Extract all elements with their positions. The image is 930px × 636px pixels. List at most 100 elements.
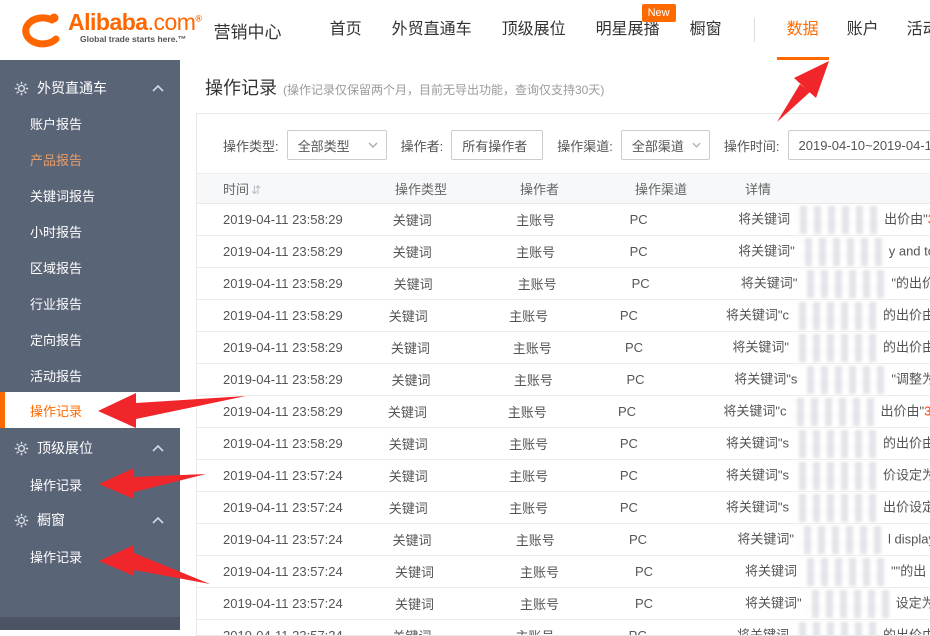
cell-time: 2019-04-11 23:58:29 [197,372,391,387]
table-row: 2019-04-11 23:58:29 关键词 主账号 PC 将关键词"c的出价… [197,300,930,332]
nav-item-showcase[interactable]: 橱窗 [690,0,722,60]
cell-time: 2019-04-11 23:58:29 [197,340,391,355]
cell-channel: PC [635,564,745,579]
cell-channel: PC [629,628,737,636]
redacted-blur [790,398,878,426]
sidebar-item-product-report[interactable]: 产品报告 [0,141,180,177]
table-row: 2019-04-11 23:57:24 关键词 主账号 PC 将关键词"s价设定… [197,460,930,492]
cell-channel: PC [625,340,732,355]
cell-detail: 将关键词"l display [737,526,930,554]
cell-time: 2019-04-11 23:57:24 [197,628,392,636]
cell-operator: 主账号 [516,242,629,261]
sidebar-section-top-booth[interactable]: 顶级展位 [0,430,180,466]
cell-type: 关键词 [393,210,516,229]
table-row: 2019-04-11 23:58:29 关键词 主账号 PC 将关键词"s"调整… [197,364,930,396]
th-type: 操作类型 [395,179,520,198]
nav-item-home[interactable]: 首页 [330,0,362,60]
redacted-blur [792,302,880,330]
cell-time: 2019-04-11 23:58:29 [197,436,389,451]
sidebar-item-operation-log-showcase[interactable]: 操作记录 [0,538,180,574]
cell-type: 关键词 [391,370,513,389]
nav-item-account[interactable]: 账户 [847,0,879,60]
cell-channel: PC [620,468,726,483]
sidebar-item-region-report[interactable]: 区域报告 [0,249,180,285]
redacted-blur [797,526,885,554]
table-body: 2019-04-11 23:58:29 关键词 主账号 PC 将关键词出价由"3… [197,204,930,636]
table-row: 2019-04-11 23:57:24 关键词 主账号 PC 将关键词"l di… [197,524,930,556]
sidebar-item-targeting-report[interactable]: 定向报告 [0,321,180,357]
cell-channel: PC [620,308,726,323]
filter-operator-select[interactable]: 所有操作者 [451,130,543,160]
filter-type-select[interactable]: 全部类型 [287,130,387,160]
sidebar: 外贸直通车 账户报告 产品报告 关键词报告 小时报告 区域报告 行业报告 定向报… [0,60,180,630]
cell-detail: 将关键词出价由"3 [738,206,930,234]
table-row: 2019-04-11 23:57:24 关键词 主账号 PC 将关键词"s出价设… [197,492,930,524]
alibaba-logo[interactable]: Alibaba.com® Global trade starts here.™ [16,11,202,49]
sort-icon: ⇵ [251,183,261,197]
filter-bar: 操作类型: 全部类型 操作者: 所有操作者 操作渠道: 全部渠道 操作时间: 2… [197,130,930,160]
nav-item-marketing-center[interactable]: 营销中心 [214,18,282,43]
nav-item-top-booth[interactable]: 顶级展位 [502,0,566,60]
sidebar-item-industry-report[interactable]: 行业报告 [0,285,180,321]
cell-operator: 主账号 [513,338,625,357]
sidebar-item-operation-log-p4p[interactable]: 操作记录 [0,392,180,428]
nav-item-p4p[interactable]: 外贸直通车 [392,0,472,60]
sidebar-section-showcase[interactable]: 橱窗 [0,502,180,538]
alibaba-logo-text: Alibaba.com® Global trade starts here.™ [68,11,202,44]
sidebar-item-keyword-report[interactable]: 关键词报告 [0,177,180,213]
redacted-blur [800,558,888,586]
cell-detail: 将关键词"s的出价由 [726,430,930,458]
sidebar-item-operation-log-top-booth[interactable]: 操作记录 [0,466,180,502]
cell-detail: 将关键词"s出价设定 [726,494,930,522]
cell-operator: 主账号 [520,594,635,613]
cell-operator: 主账号 [518,274,632,293]
cell-type: 关键词 [389,498,509,517]
cell-detail: 将关键词""的出 [745,558,930,586]
cell-type: 关键词 [388,402,508,421]
nav-item-data[interactable]: 数据 [787,0,819,60]
filter-channel-select[interactable]: 全部渠道 [621,130,710,160]
cell-time: 2019-04-11 23:57:24 [197,596,395,611]
table-row: 2019-04-11 23:58:29 关键词 主账号 PC 将关键词"s的出价… [197,428,930,460]
cell-channel: PC [627,372,735,387]
cell-operator: 主账号 [514,370,627,389]
chevron-up-icon [152,445,164,452]
sidebar-section-p4p[interactable]: 外贸直通车 [0,70,180,106]
nav-item-star-show[interactable]: 明星展播New [596,0,660,60]
cell-time: 2019-04-11 23:57:24 [197,468,389,483]
sidebar-item-activity-report[interactable]: 活动报告 [0,357,180,393]
th-time[interactable]: 时间⇵ [197,179,395,198]
cell-type: 关键词 [393,242,516,261]
cell-operator: 主账号 [520,562,635,581]
date-range-input[interactable]: 2019-04-10~2019-04-16 [788,130,930,160]
table-row: 2019-04-11 23:57:24 关键词 主账号 PC 将关键词"设定为 [197,588,930,620]
nav-item-activity[interactable]: 活动 [907,0,930,60]
sidebar-item-account-report[interactable]: 账户报告 [0,105,180,141]
gear-icon [14,513,29,528]
cell-time: 2019-04-11 23:57:24 [197,500,389,515]
redacted-blur [805,590,893,618]
cell-type: 关键词 [391,338,513,357]
cell-detail: 将关键词"c的出价由 [726,302,930,330]
th-detail: 详情 [745,179,930,198]
table-row: 2019-04-11 23:57:24 关键词 主账号 PC 将关键词的出价由 [197,620,930,636]
cell-detail: 将关键词"的出价由 [732,334,930,362]
cell-channel: PC [632,276,741,291]
operation-table: 时间⇵ 操作类型 操作者 操作渠道 详情 2019-04-11 23:58:29… [197,173,930,636]
cell-type: 关键词 [395,594,520,613]
cell-channel: PC [620,500,726,515]
table-row: 2019-04-11 23:58:29 关键词 主账号 PC 将关键词""的出价 [197,268,930,300]
cell-type: 关键词 [395,562,520,581]
cell-operator: 主账号 [516,210,629,229]
table-row: 2019-04-11 23:57:24 关键词 主账号 PC 将关键词""的出 [197,556,930,588]
alibaba-smiley-icon [16,11,66,49]
cell-time: 2019-04-11 23:58:29 [197,404,388,419]
th-operator: 操作者 [520,179,635,198]
cell-channel: PC [635,596,745,611]
sidebar-item-hourly-report[interactable]: 小时报告 [0,213,180,249]
cell-detail: 将关键词"y and to [738,238,930,266]
redacted-blur [798,238,886,266]
cell-operator: 主账号 [508,402,618,421]
redacted-blur [792,462,880,490]
content-panel: 操作类型: 全部类型 操作者: 所有操作者 操作渠道: 全部渠道 操作时间: 2… [196,113,930,636]
